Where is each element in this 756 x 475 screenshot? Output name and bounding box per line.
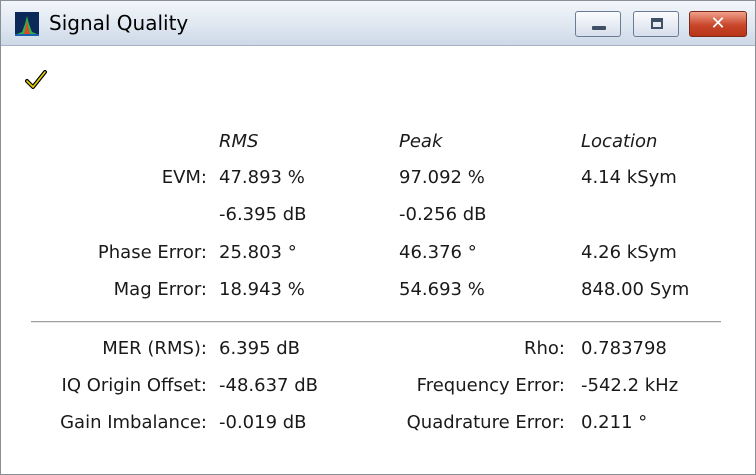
mer-label: MER (RMS): bbox=[102, 338, 207, 359]
signal-quality-window: Signal Quality ✕ RMS Peak Location EVM: … bbox=[0, 0, 756, 475]
gain-imbalance-label: Gain Imbalance: bbox=[60, 412, 207, 433]
evm-location-value: 4.14 kSym bbox=[581, 167, 677, 188]
mag-error-label: Mag Error: bbox=[113, 279, 207, 300]
evm-peak-db-value: -0.256 dB bbox=[399, 204, 487, 225]
gain-imbalance-value: -0.019 dB bbox=[219, 412, 307, 433]
close-icon: ✕ bbox=[710, 13, 726, 34]
mag-error-location-value: 848.00 Sym bbox=[581, 279, 690, 300]
phase-error-location-value: 4.26 kSym bbox=[581, 242, 677, 263]
section-divider bbox=[31, 321, 721, 323]
frequency-error-label: Frequency Error: bbox=[416, 375, 565, 396]
minimize-button[interactable] bbox=[575, 11, 621, 37]
column-header-location: Location bbox=[581, 131, 658, 152]
quadrature-error-label: Quadrature Error: bbox=[406, 412, 565, 433]
app-spectrum-icon bbox=[15, 12, 39, 36]
mag-error-peak-value: 54.693 % bbox=[399, 279, 485, 300]
evm-rms-db-value: -6.395 dB bbox=[219, 204, 307, 225]
evm-peak-value: 97.092 % bbox=[399, 167, 485, 188]
title-bar[interactable]: Signal Quality ✕ bbox=[1, 1, 755, 46]
phase-error-peak-value: 46.376 ° bbox=[399, 242, 477, 263]
close-button[interactable]: ✕ bbox=[689, 11, 747, 37]
checkmark-icon bbox=[25, 70, 47, 89]
minimize-icon bbox=[592, 26, 606, 30]
mer-value: 6.395 dB bbox=[219, 338, 301, 359]
column-header-rms: RMS bbox=[219, 131, 259, 152]
window-title: Signal Quality bbox=[49, 11, 189, 35]
frequency-error-value: -542.2 kHz bbox=[581, 375, 679, 396]
evm-rms-value: 47.893 % bbox=[219, 167, 305, 188]
iq-origin-offset-label: IQ Origin Offset: bbox=[61, 375, 207, 396]
iq-origin-offset-value: -48.637 dB bbox=[219, 375, 318, 396]
signal-quality-panel: RMS Peak Location EVM: 47.893 % 97.092 %… bbox=[1, 46, 755, 474]
quadrature-error-value: 0.211 ° bbox=[581, 412, 648, 433]
maximize-icon bbox=[651, 18, 663, 29]
phase-error-label: Phase Error: bbox=[97, 242, 207, 263]
evm-label: EVM: bbox=[161, 167, 207, 188]
mag-error-rms-value: 18.943 % bbox=[219, 279, 305, 300]
rho-value: 0.783798 bbox=[581, 338, 667, 359]
column-header-peak: Peak bbox=[399, 131, 443, 152]
maximize-button[interactable] bbox=[633, 11, 679, 37]
phase-error-rms-value: 25.803 ° bbox=[219, 242, 297, 263]
rho-label: Rho: bbox=[524, 338, 565, 359]
